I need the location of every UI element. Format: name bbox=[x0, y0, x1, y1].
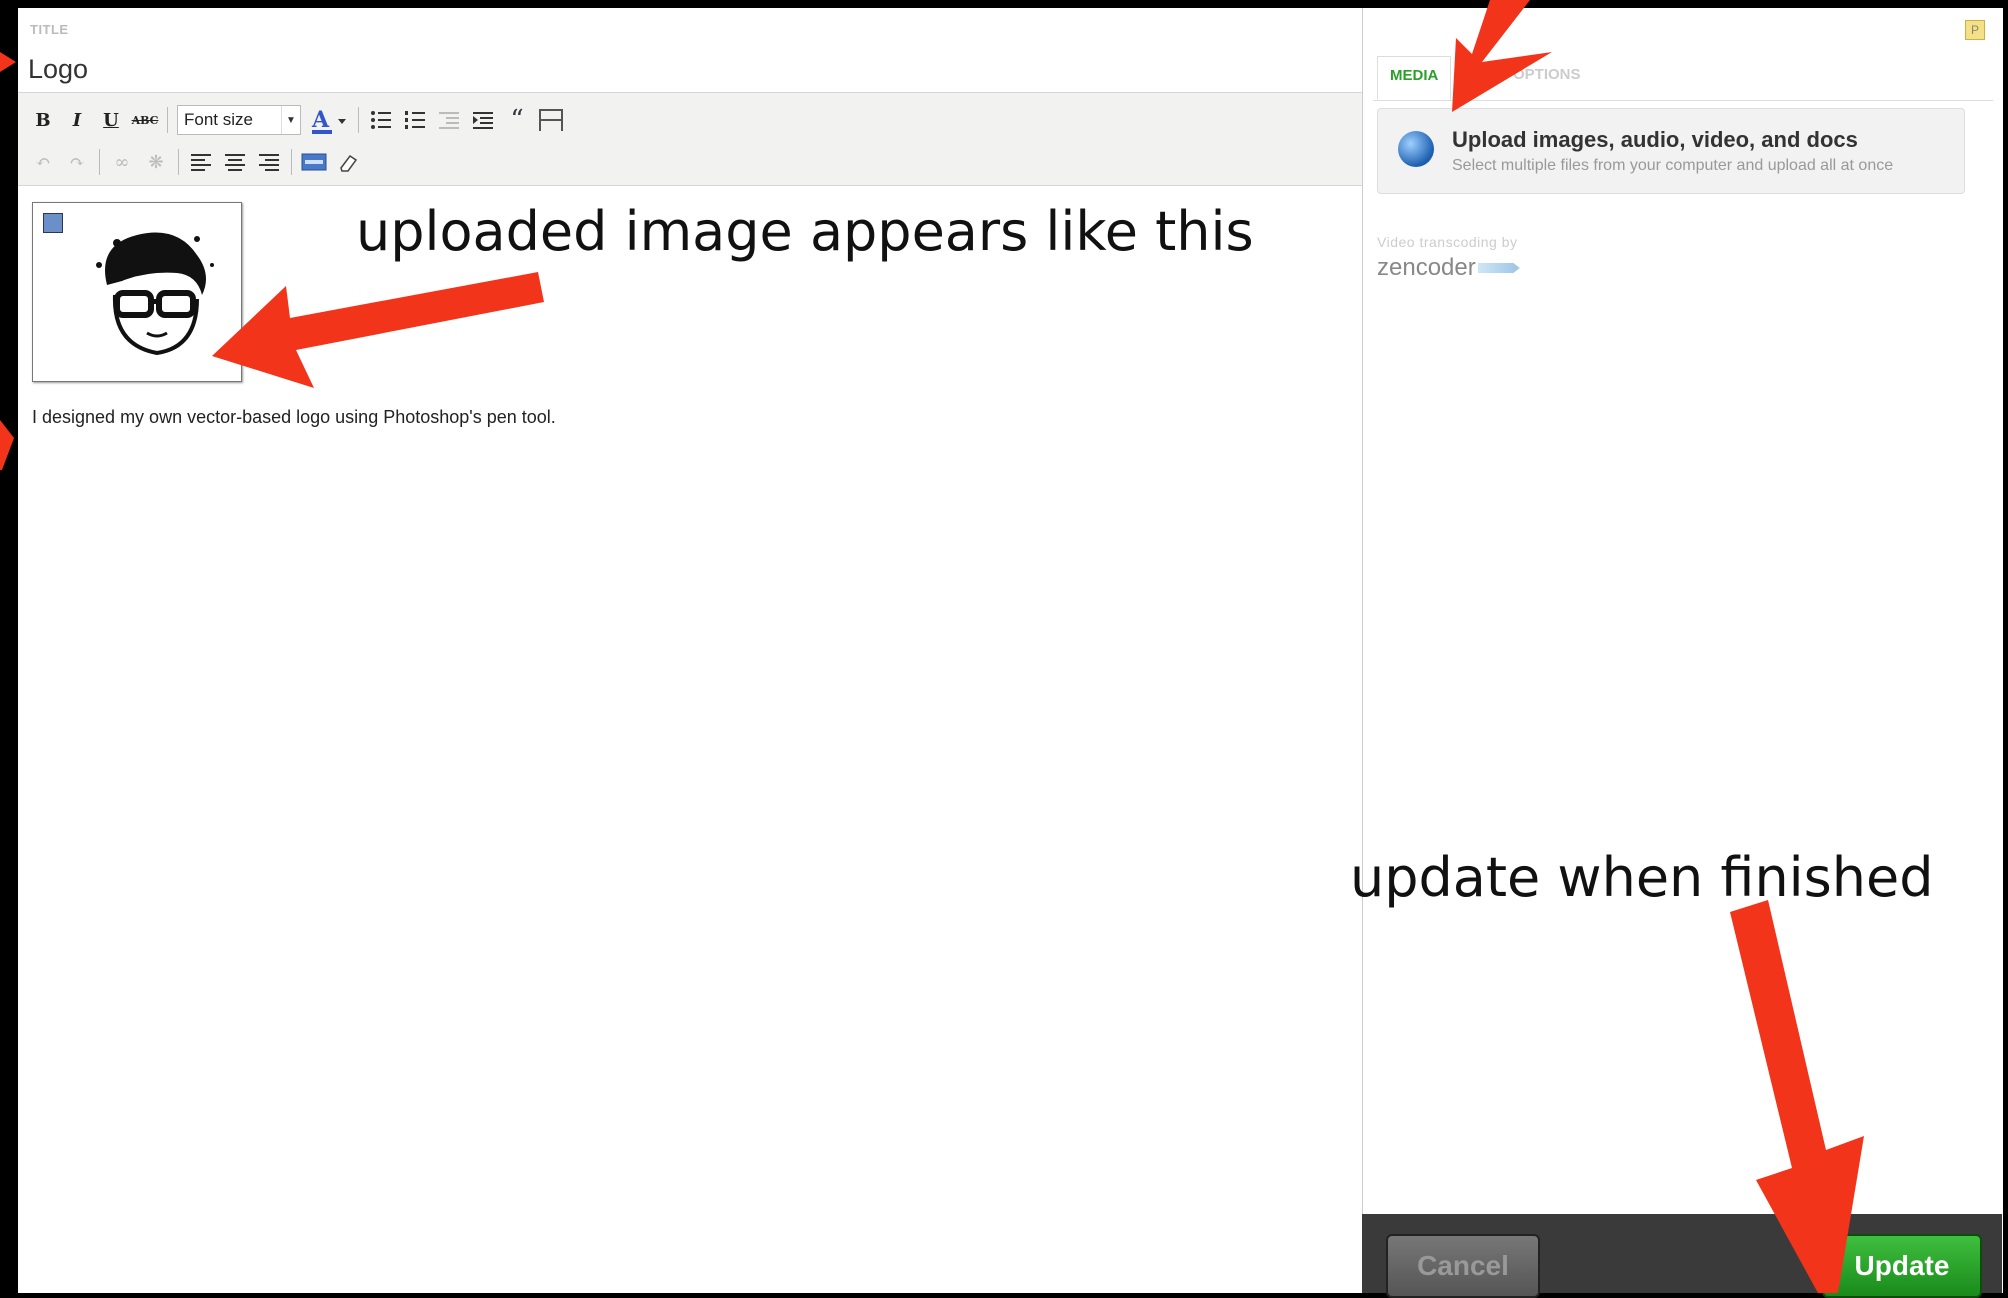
sidebar-footer: Cancel Update bbox=[1362, 1214, 2002, 1298]
html-source-button[interactable] bbox=[297, 147, 331, 177]
toolbar-separator bbox=[99, 149, 100, 175]
indent-icon bbox=[473, 112, 493, 129]
undo-icon: ↶ bbox=[35, 151, 51, 173]
numbered-list-button[interactable] bbox=[398, 105, 432, 135]
toolbar-separator bbox=[358, 107, 359, 133]
horizontal-rule-button[interactable] bbox=[534, 105, 568, 135]
html-source-icon bbox=[301, 153, 327, 171]
eraser-icon bbox=[340, 154, 358, 172]
italic-button[interactable]: I bbox=[60, 105, 94, 135]
numbered-list-icon bbox=[405, 111, 425, 129]
strikethrough-button[interactable]: ABC bbox=[128, 105, 162, 135]
align-right-icon bbox=[259, 154, 279, 171]
text-color-button[interactable]: A bbox=[301, 105, 353, 135]
outdent-button[interactable] bbox=[432, 105, 466, 135]
outdent-icon bbox=[439, 112, 459, 129]
blockquote-icon: “ bbox=[510, 105, 524, 135]
underline-button[interactable]: U bbox=[94, 105, 128, 135]
zencoder-arrow-icon bbox=[1477, 263, 1520, 273]
tab-media[interactable]: MEDIA bbox=[1377, 56, 1452, 100]
toolbar-separator bbox=[178, 149, 179, 175]
sidebar-tabs: MEDIA OPTIONS bbox=[1373, 56, 1993, 101]
globe-upload-icon bbox=[1398, 131, 1434, 167]
blockquote-button[interactable]: “ bbox=[500, 105, 534, 135]
redo-button[interactable]: ↷ bbox=[60, 147, 94, 177]
upload-subtitle: Select multiple files from your computer… bbox=[1452, 157, 1894, 174]
bullet-list-button[interactable] bbox=[364, 105, 398, 135]
align-left-icon bbox=[191, 154, 211, 171]
toolbar-separator bbox=[291, 149, 292, 175]
uploaded-image-thumbnail[interactable] bbox=[32, 202, 242, 382]
toolbar-separator bbox=[167, 107, 168, 133]
transcoding-label: Video transcoding by bbox=[1377, 234, 1518, 250]
annotation-image-note: uploaded image appears like this bbox=[356, 200, 1254, 263]
toolbar-row-1: B I U ABC Font size ▼ A “ bbox=[26, 103, 568, 137]
link-icon: ∞ bbox=[114, 151, 130, 173]
indent-button[interactable] bbox=[466, 105, 500, 135]
cancel-button[interactable]: Cancel bbox=[1386, 1234, 1540, 1298]
dropdown-arrow-icon: ▼ bbox=[281, 106, 300, 134]
text-color-icon: A bbox=[311, 107, 346, 134]
zencoder-logo: zencoder bbox=[1377, 254, 1520, 282]
tab-options[interactable]: OPTIONS bbox=[1513, 66, 1581, 83]
bullet-list-icon bbox=[371, 111, 391, 129]
image-handle-icon[interactable] bbox=[43, 213, 63, 233]
align-left-button[interactable] bbox=[184, 147, 218, 177]
screenshot-frame: TITLE Logo B I U ABC Font size ▼ A “ ↶ ↷… bbox=[0, 0, 2008, 1298]
clear-formatting-button[interactable] bbox=[331, 147, 365, 177]
redo-icon: ↷ bbox=[69, 151, 85, 173]
undo-button[interactable]: ↶ bbox=[26, 147, 60, 177]
bold-button[interactable]: B bbox=[26, 105, 60, 135]
annotation-arrow-left bbox=[0, 420, 14, 470]
zencoder-wordmark: zencoder bbox=[1377, 254, 1476, 281]
font-size-label: Font size bbox=[184, 110, 253, 129]
media-sidebar: P MEDIA OPTIONS Upload images, audio, vi… bbox=[1362, 8, 2003, 1293]
logo-face-icon bbox=[96, 232, 214, 356]
upload-title: Upload images, audio, video, and docs bbox=[1452, 127, 1858, 152]
annotation-update-note: update when finished bbox=[1350, 846, 1934, 909]
post-body-text[interactable]: I designed my own vector-based logo usin… bbox=[32, 407, 556, 428]
align-center-button[interactable] bbox=[218, 147, 252, 177]
horizontal-rule-icon bbox=[539, 109, 563, 131]
title-input[interactable]: Logo bbox=[28, 54, 88, 85]
unlink-button[interactable]: ❋ bbox=[139, 147, 173, 177]
font-size-select[interactable]: Font size ▼ bbox=[177, 105, 301, 135]
p-badge[interactable]: P bbox=[1965, 20, 1985, 40]
align-center-icon bbox=[225, 154, 245, 171]
align-right-button[interactable] bbox=[252, 147, 286, 177]
svg-text:A: A bbox=[311, 107, 330, 133]
upload-media-button[interactable]: Upload images, audio, video, and docs Se… bbox=[1377, 108, 1965, 194]
update-button[interactable]: Update bbox=[1822, 1234, 1982, 1298]
toolbar-row-2: ↶ ↷ ∞ ❋ bbox=[26, 145, 365, 179]
title-label: TITLE bbox=[30, 22, 69, 37]
unlink-icon: ❋ bbox=[148, 151, 164, 173]
rich-text-toolbar: B I U ABC Font size ▼ A “ ↶ ↷ ∞ ❋ bbox=[18, 92, 1362, 186]
annotation-arrow-title bbox=[0, 52, 16, 72]
insert-link-button[interactable]: ∞ bbox=[105, 147, 139, 177]
